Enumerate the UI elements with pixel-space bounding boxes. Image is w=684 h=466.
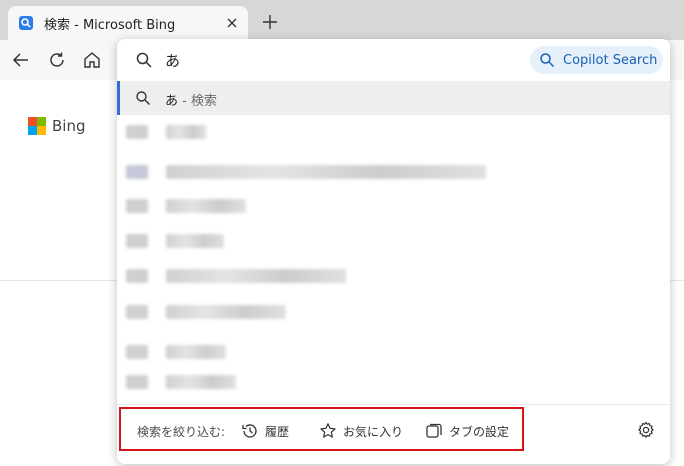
- suggestion-item-blurred[interactable]: [117, 226, 670, 256]
- tab-active[interactable]: 検索 - Microsoft Bing: [8, 6, 248, 40]
- back-icon[interactable]: [9, 48, 33, 72]
- suggestion-text: あ - 検索: [165, 90, 217, 109]
- suggestion-query: あ: [165, 94, 179, 109]
- search-icon: [135, 51, 153, 69]
- filter-tabs-label: タブの設定: [449, 424, 510, 439]
- filter-history-button[interactable]: 履歴: [241, 420, 289, 442]
- bing-search-icon: [18, 15, 34, 31]
- suggestion-item-blurred[interactable]: [117, 117, 670, 147]
- selection-accent: [117, 81, 120, 115]
- suggestion-item-blurred[interactable]: [117, 337, 670, 367]
- footer-divider: [117, 404, 670, 405]
- suggestion-separator: -: [178, 94, 191, 109]
- filter-favorites-button[interactable]: お気に入り: [319, 420, 403, 442]
- copilot-search-label: Copilot Search: [563, 52, 658, 68]
- suggestion-item-blurred[interactable]: [117, 261, 670, 291]
- refresh-icon[interactable]: [45, 48, 69, 72]
- suggestion-item-blurred[interactable]: [117, 157, 670, 187]
- filter-tabs-button[interactable]: タブの設定: [425, 420, 509, 442]
- filter-history-label: 履歴: [265, 424, 290, 439]
- search-icon: [539, 52, 555, 68]
- tab-title: 検索 - Microsoft Bing: [44, 17, 176, 33]
- new-tab-button[interactable]: [258, 10, 282, 34]
- copilot-search-button[interactable]: Copilot Search: [530, 46, 663, 74]
- suggestion-item-blurred[interactable]: [117, 367, 670, 397]
- microsoft-logo-icon: [28, 117, 46, 135]
- search-icon: [135, 90, 151, 106]
- history-icon: [241, 422, 259, 440]
- home-icon[interactable]: [80, 48, 104, 72]
- tabs-icon: [425, 422, 443, 440]
- star-icon: [319, 422, 337, 440]
- address-dropdown: Copilot Search あ - 検索 検索を絞り込む: 履歴 お気に入り …: [117, 39, 670, 464]
- filter-favorites-label: お気に入り: [343, 424, 404, 439]
- tab-strip: 検索 - Microsoft Bing: [0, 0, 684, 40]
- address-input[interactable]: [165, 49, 485, 71]
- suggestion-item-blurred[interactable]: [117, 297, 670, 327]
- address-bar: Copilot Search: [117, 39, 670, 81]
- suggestion-item-blurred[interactable]: [117, 191, 670, 221]
- suggestion-action: 検索: [190, 94, 217, 109]
- close-icon[interactable]: [222, 13, 242, 33]
- logo-text: Bing: [52, 117, 86, 135]
- suggestion-selected[interactable]: あ - 検索: [117, 81, 670, 115]
- bing-logo[interactable]: Bing: [28, 117, 86, 135]
- gear-icon[interactable]: [637, 421, 657, 441]
- filter-label: 検索を絞り込む:: [137, 425, 226, 439]
